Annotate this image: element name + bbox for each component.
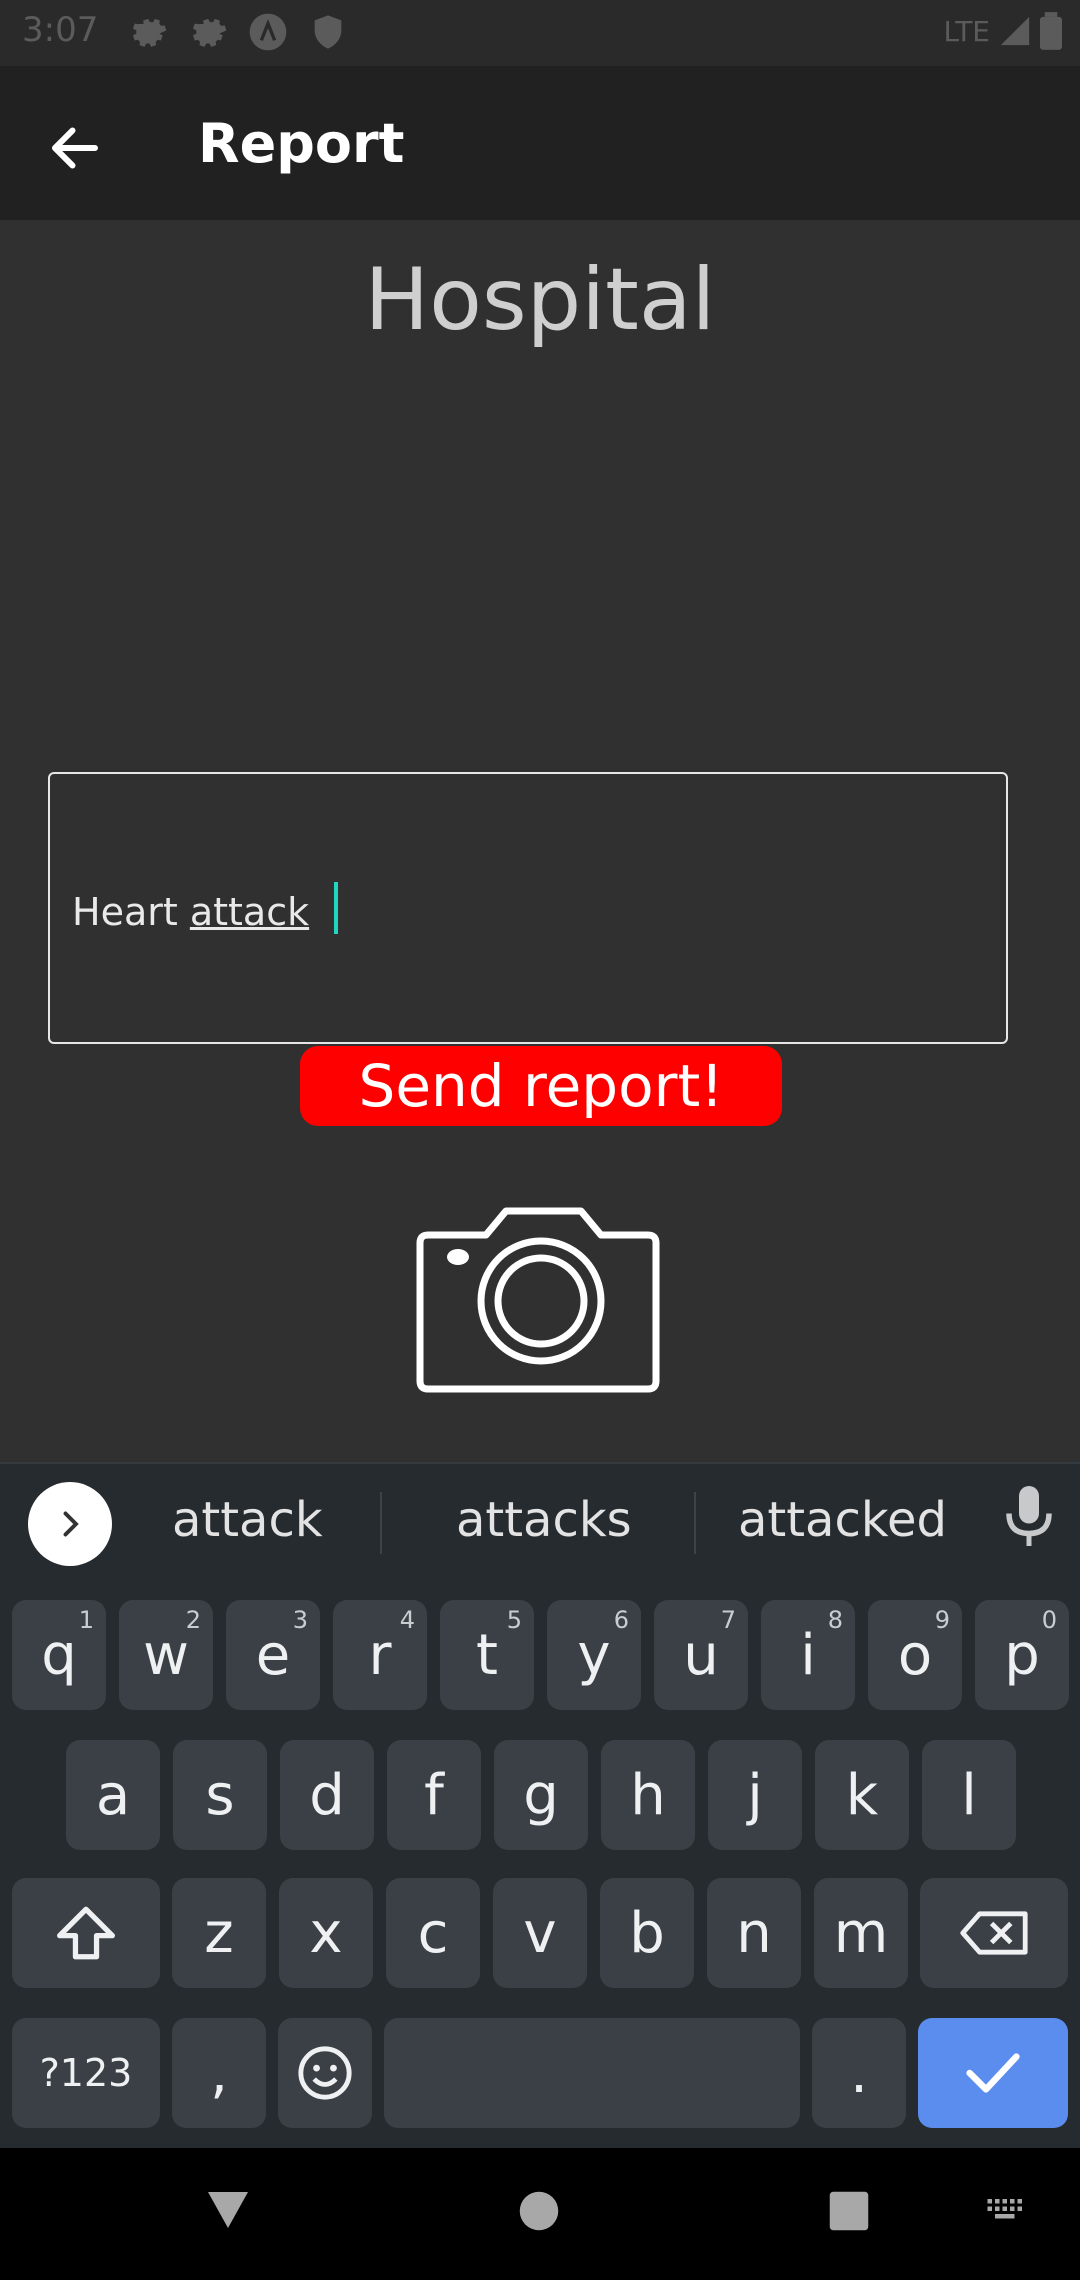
key-number-hint: 7 — [720, 1606, 736, 1634]
signal-icon — [1000, 16, 1030, 46]
a-icon — [249, 13, 287, 51]
key-y[interactable]: y6 — [547, 1600, 641, 1710]
key-letter: w — [143, 1622, 189, 1688]
key-p[interactable]: p0 — [975, 1600, 1069, 1710]
key-z[interactable]: z — [172, 1878, 266, 1988]
comma-key[interactable]: , — [172, 2018, 266, 2128]
key-number-hint: 9 — [934, 1606, 950, 1634]
status-icons — [128, 12, 348, 52]
gear-icon — [133, 18, 167, 47]
key-letter: i — [800, 1622, 816, 1688]
key-l[interactable]: l — [922, 1740, 1016, 1850]
key-number-hint: 2 — [185, 1606, 201, 1634]
shield-icon — [314, 15, 342, 49]
suggestion-strip: attack attacks attacked — [0, 1462, 1080, 1582]
hospital-heading: Hospital — [364, 250, 716, 350]
backspace-icon — [960, 1911, 1028, 1955]
suggestion-divider — [694, 1492, 696, 1554]
nav-recents-icon[interactable] — [828, 2190, 870, 2232]
key-letter: u — [683, 1622, 719, 1688]
key-f[interactable]: f — [387, 1740, 481, 1850]
key-number-hint: 3 — [292, 1606, 308, 1634]
keyboard-switch-icon[interactable] — [986, 2196, 1028, 2226]
key-h[interactable]: h — [601, 1740, 695, 1850]
key-u[interactable]: u7 — [654, 1600, 748, 1710]
key-i[interactable]: i8 — [761, 1600, 855, 1710]
back-arrow-icon[interactable] — [40, 118, 110, 178]
emoji-key[interactable] — [278, 2018, 372, 2128]
keyboard: attack attacks attacked q1w2e3r4t5y6u7i8… — [0, 1462, 1080, 2148]
key-number-hint: 8 — [827, 1606, 843, 1634]
symbols-key[interactable]: ?123 — [12, 2018, 160, 2128]
space-key[interactable] — [384, 2018, 800, 2128]
key-d[interactable]: d — [280, 1740, 374, 1850]
key-letter: t — [476, 1622, 498, 1688]
gear-icon — [193, 18, 227, 47]
key-b[interactable]: b — [600, 1878, 694, 1988]
key-letter: q — [41, 1622, 77, 1688]
battery-icon — [1040, 12, 1062, 50]
key-number-hint: 5 — [506, 1606, 522, 1634]
report-input-value: Heart attack — [72, 890, 309, 934]
suggestion-divider — [380, 1492, 382, 1554]
key-r[interactable]: r4 — [333, 1600, 427, 1710]
enter-key[interactable] — [918, 2018, 1068, 2128]
app-bar: Report — [0, 66, 1080, 220]
status-time: 3:07 — [22, 10, 99, 50]
key-number-hint: 1 — [78, 1606, 94, 1634]
key-a[interactable]: a — [66, 1740, 160, 1850]
key-o[interactable]: o9 — [868, 1600, 962, 1710]
report-word-2: attack — [189, 890, 310, 934]
key-g[interactable]: g — [494, 1740, 588, 1850]
key-x[interactable]: x — [279, 1878, 373, 1988]
key-v[interactable]: v — [493, 1878, 587, 1988]
status-right: LTE — [943, 12, 1062, 50]
key-letter: y — [577, 1622, 611, 1688]
key-m[interactable]: m — [814, 1878, 908, 1988]
key-e[interactable]: e3 — [226, 1600, 320, 1710]
chevron-right-icon — [63, 1511, 79, 1537]
report-word-1: Heart — [72, 890, 190, 934]
key-number-hint: 0 — [1041, 1606, 1057, 1634]
key-c[interactable]: c — [386, 1878, 480, 1988]
key-q[interactable]: q1 — [12, 1600, 106, 1710]
nav-back-icon[interactable] — [204, 2188, 252, 2232]
expand-suggestions-button[interactable] — [28, 1482, 112, 1566]
key-letter: o — [897, 1622, 933, 1688]
page-title: Report — [198, 112, 405, 175]
nav-home-icon[interactable] — [518, 2190, 560, 2232]
key-letter: e — [255, 1622, 291, 1688]
key-letter: p — [1004, 1622, 1040, 1688]
suggestion-3[interactable]: attacked — [738, 1492, 947, 1548]
key-letter: r — [368, 1622, 392, 1688]
suggestion-2[interactable]: attacks — [456, 1492, 632, 1548]
period-key[interactable]: . — [812, 2018, 906, 2128]
key-k[interactable]: k — [815, 1740, 909, 1850]
key-n[interactable]: n — [707, 1878, 801, 1988]
key-s[interactable]: s — [173, 1740, 267, 1850]
microphone-icon[interactable] — [1004, 1486, 1054, 1546]
shift-icon — [57, 1906, 115, 1960]
checkmark-icon — [966, 2053, 1020, 2093]
status-bar: 3:07 LTE — [0, 0, 1080, 66]
key-number-hint: 4 — [399, 1606, 415, 1634]
network-label: LTE — [943, 14, 990, 48]
suggestion-1[interactable]: attack — [172, 1492, 323, 1548]
camera-icon[interactable] — [416, 1205, 666, 1395]
send-report-button[interactable]: Send report! — [300, 1046, 782, 1126]
emoji-icon — [298, 2046, 352, 2100]
key-w[interactable]: w2 — [119, 1600, 213, 1710]
shift-key[interactable] — [12, 1878, 160, 1988]
text-caret — [334, 882, 338, 934]
navigation-bar — [0, 2148, 1080, 2280]
key-number-hint: 6 — [613, 1606, 629, 1634]
report-input[interactable]: Heart attack — [48, 772, 1008, 1044]
backspace-key[interactable] — [920, 1878, 1068, 1988]
key-t[interactable]: t5 — [440, 1600, 534, 1710]
key-j[interactable]: j — [708, 1740, 802, 1850]
